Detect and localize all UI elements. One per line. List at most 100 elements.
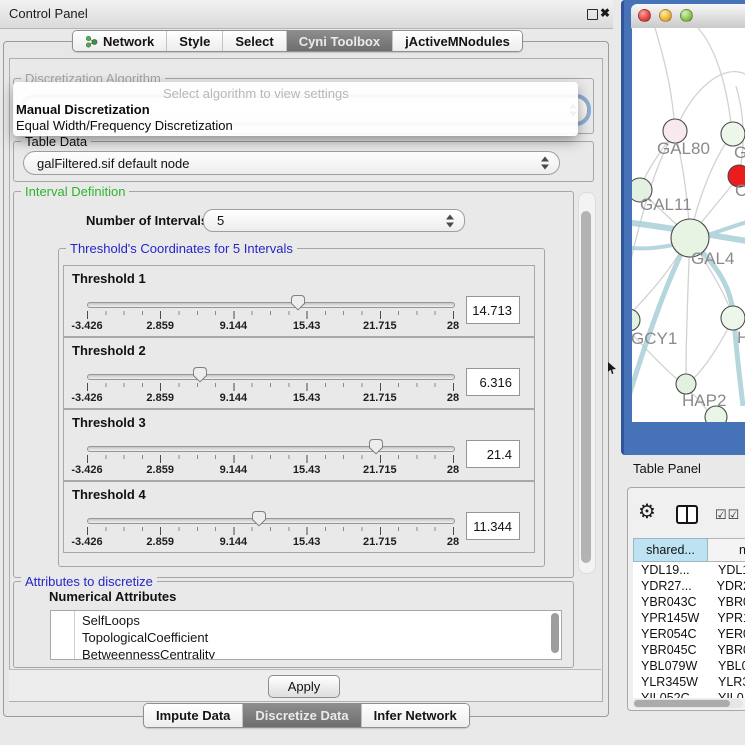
close-icon[interactable]: ✖ [600, 6, 610, 20]
dropdown-option-equal-width[interactable]: Equal Width/Frequency Discretization [16, 118, 233, 133]
table-data-group-label: Table Data [21, 134, 91, 149]
table-row[interactable]: YBR045CYBR0 [633, 642, 745, 658]
slider-thumb[interactable] [368, 438, 384, 455]
threshold-row-2: Threshold 2 -3.426 2.859 9.144 15.43 21.… [63, 337, 535, 409]
tab-discretize-data[interactable]: Discretize Data [242, 704, 360, 727]
network-window-titlebar[interactable] [631, 4, 745, 29]
tab-infer-network[interactable]: Infer Network [361, 704, 469, 727]
tab-select[interactable]: Select [222, 31, 285, 51]
slider-thumb[interactable] [192, 366, 208, 383]
column-header-shared-name[interactable]: shared... [633, 538, 708, 562]
mouse-cursor-icon [608, 362, 616, 374]
threshold-row-3: Threshold 3 -3.426 2.859 9.144 15.43 21.… [63, 409, 535, 481]
split-view-icon[interactable] [676, 505, 698, 524]
control-panel-titlebar: Control Panel ✖ [0, 0, 613, 29]
network-graph: GAL80 GA C GAL11 GAL4 GCY1 H HAP2 [632, 28, 745, 422]
interval-definition-group: Interval Definition Number of Intervals … [13, 191, 574, 578]
attributes-group-label: Attributes to discretize [21, 574, 157, 589]
tab-network[interactable]: Network [73, 31, 166, 51]
attribute-item[interactable]: SelfLoops [82, 613, 140, 628]
control-panel-tabbar: Network Style Select Cyni Toolbox jActiv… [72, 30, 523, 52]
table-row[interactable]: YDL19...YDL1 [633, 562, 745, 578]
node-label-partial-c: C [735, 181, 745, 200]
threshold-value-field[interactable]: 6.316 [466, 368, 520, 396]
table-data-combobox[interactable]: galFiltered.sif default node [23, 151, 560, 175]
node-label-gal80: GAL80 [657, 139, 710, 158]
number-of-intervals-label: Number of Intervals [86, 213, 208, 228]
combo-stepper-icon [540, 157, 549, 170]
node[interactable] [721, 306, 745, 330]
apply-row: Apply [9, 669, 601, 701]
numerical-attributes-list[interactable]: SelfLoops TopologicalCoefficient Between… [50, 610, 562, 660]
node-label-gal11: GAL11 [640, 195, 692, 214]
gear-icon[interactable]: ⚙ [638, 502, 656, 522]
number-of-intervals-combobox[interactable]: 5 [203, 209, 465, 232]
dropdown-placeholder-item: Select algorithm to view settings [163, 86, 349, 101]
table-row[interactable]: YIL052CYIL0 [633, 690, 745, 698]
slider-ticks [87, 527, 454, 535]
settings-scrollbar-thumb[interactable] [581, 211, 591, 563]
apply-button[interactable]: Apply [268, 675, 340, 698]
column-header-name[interactable]: n [708, 538, 745, 562]
node-label-partial-ga: GA [734, 143, 745, 162]
attribute-item[interactable]: BetweennessCentrality [82, 647, 215, 660]
settings-scrollbar[interactable] [578, 192, 596, 574]
slider-ticks [87, 311, 454, 319]
table-data-group: Table Data galFiltered.sif default node [13, 141, 594, 182]
table-horizontal-scrollbar[interactable] [633, 699, 743, 708]
tab-cyni-toolbox[interactable]: Cyni Toolbox [286, 31, 392, 51]
attribute-item[interactable]: TopologicalCoefficient [82, 630, 208, 645]
network-canvas[interactable]: GAL80 GA C GAL11 GAL4 GCY1 H HAP2 [632, 28, 745, 422]
slider-axis-labels: -3.426 2.859 9.144 15.43 21.715 28 [87, 464, 453, 476]
table-panel-window: ⚙ ☑☑ shared... n YDL19...YDL1 YDR27...YD… [627, 487, 745, 711]
traffic-light-zoom-icon[interactable] [680, 9, 693, 22]
thresholds-group-label: Threshold's Coordinates for 5 Intervals [66, 241, 297, 256]
numerical-attributes-title: Numerical Attributes [49, 589, 176, 604]
slider-thumb[interactable] [251, 510, 267, 527]
threshold-row-4: Threshold 4 -3.426 2.859 9.144 15.43 21.… [63, 481, 535, 553]
attribute-checkbox-column [74, 611, 75, 659]
window-title: Control Panel [9, 6, 88, 21]
screen: Control Panel ✖ Network Style Select Cyn… [0, 0, 745, 745]
table-row[interactable]: YLR345WYLR3 [633, 674, 745, 690]
table-horizontal-scrollbar-thumb[interactable] [634, 700, 730, 707]
node-label-partial-h: H [737, 328, 745, 347]
tab-jactivemnodules[interactable]: jActiveMNodules [392, 31, 522, 51]
slider-ticks [87, 455, 454, 463]
traffic-light-close-icon[interactable] [638, 9, 651, 22]
algorithm-dropdown-popup: Select algorithm to view settings Manual… [13, 82, 578, 136]
node-label-gcy1: GCY1 [632, 329, 677, 348]
table-header: shared... n [633, 538, 745, 562]
table-row[interactable]: YBR043CYBR0 [633, 594, 745, 610]
threshold-value-field[interactable]: 14.713 [466, 296, 520, 324]
node-label-gal4: GAL4 [691, 249, 734, 268]
interval-definition-group-label: Interval Definition [21, 184, 129, 199]
slider-thumb[interactable] [290, 294, 306, 311]
network-icon [85, 35, 98, 48]
table-data-combobox-value: galFiltered.sif default node [37, 156, 189, 171]
number-of-intervals-value: 5 [217, 213, 224, 228]
table-row[interactable]: YDR27...YDR2 [633, 578, 745, 594]
dropdown-option-manual-discretization[interactable]: Manual Discretization [16, 102, 150, 117]
node-label-hap2: HAP2 [682, 391, 726, 410]
attributes-list-scrollbar-thumb[interactable] [551, 613, 559, 653]
threshold-value-field[interactable]: 21.4 [466, 440, 520, 468]
slider-axis-labels: -3.426 2.859 9.144 15.43 21.715 28 [87, 536, 453, 548]
node-gcy1[interactable] [632, 309, 640, 331]
tab-network-label: Network [103, 34, 154, 49]
threshold-value-field[interactable]: 11.344 [466, 512, 520, 540]
tab-style[interactable]: Style [166, 31, 222, 51]
slider-axis-labels: -3.426 2.859 9.144 15.43 21.715 28 [87, 320, 453, 332]
table-row[interactable]: YER054CYER0 [633, 626, 745, 642]
table-body[interactable]: YDL19...YDL1 YDR27...YDR2 YBR043CYBR0 YP… [633, 562, 745, 698]
select-columns-checkbox-icons[interactable]: ☑☑ [715, 507, 740, 523]
tab-impute-data[interactable]: Impute Data [144, 704, 242, 727]
table-row[interactable]: YPR145WYPR1 [633, 610, 745, 626]
traffic-light-minimize-icon[interactable] [659, 9, 672, 22]
slider-axis-labels: -3.426 2.859 9.144 15.43 21.715 28 [87, 392, 453, 404]
table-panel-title: Table Panel [633, 461, 701, 476]
thresholds-group: Threshold's Coordinates for 5 Intervals … [58, 248, 545, 567]
network-view-window[interactable]: GAL80 GA C GAL11 GAL4 GCY1 H HAP2 [621, 0, 745, 455]
float-window-icon[interactable] [587, 9, 598, 20]
table-row[interactable]: YBL079WYBL0 [633, 658, 745, 674]
